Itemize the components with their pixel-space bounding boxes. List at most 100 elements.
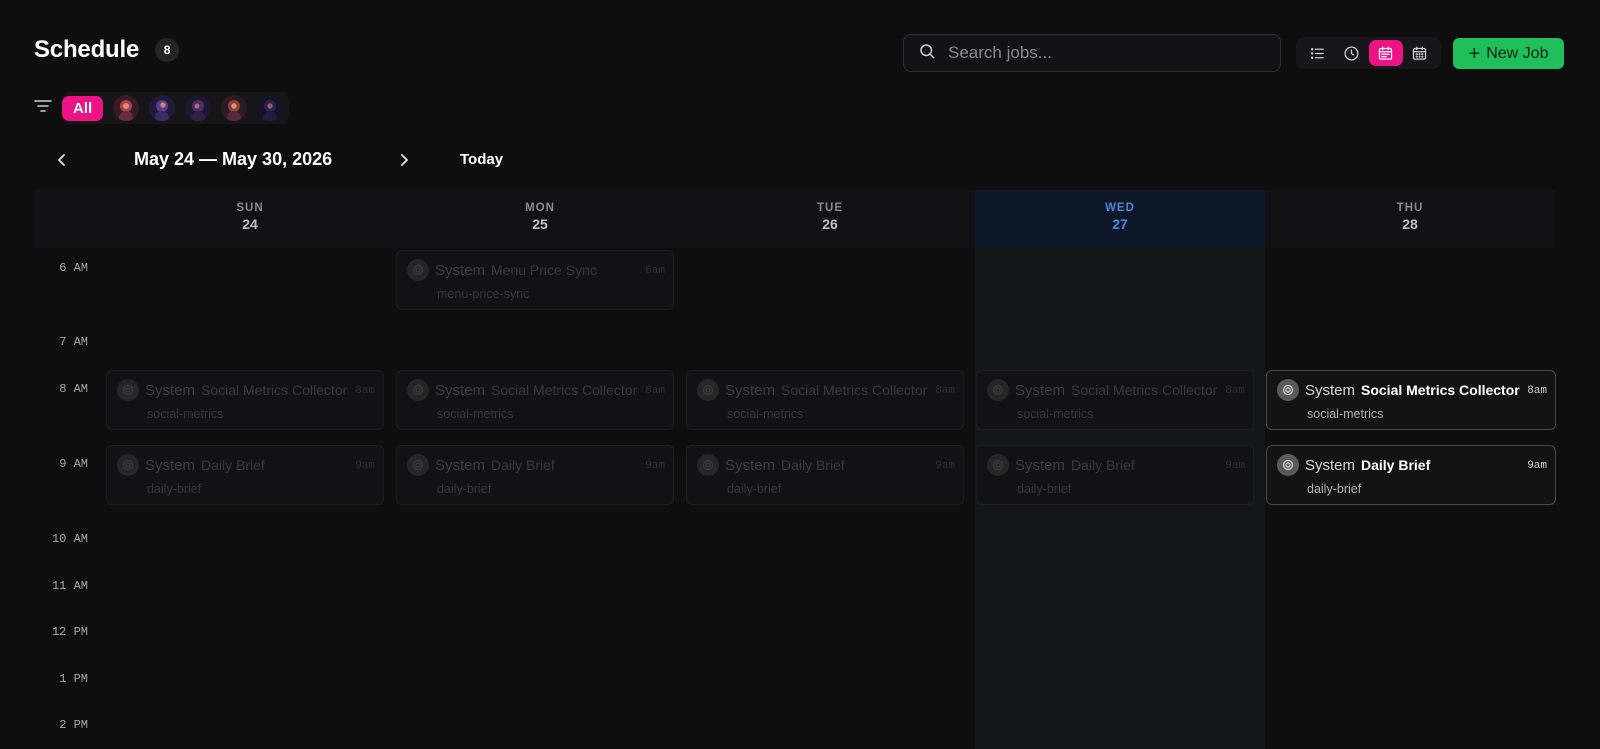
day-of-week: WED bbox=[1105, 202, 1135, 214]
job-count-badge: 8 bbox=[155, 38, 180, 62]
plus-icon: + bbox=[1468, 42, 1481, 65]
timeline-view-button[interactable] bbox=[1334, 40, 1368, 66]
agent-avatar-5[interactable] bbox=[257, 95, 284, 121]
event-owner: System bbox=[145, 382, 196, 399]
day-number: 25 bbox=[532, 216, 548, 232]
job-event-card[interactable]: System Social Metrics Collector 8am social-… bbox=[686, 370, 964, 430]
month-view-button[interactable] bbox=[1403, 40, 1437, 66]
time-label: 11 AM bbox=[51, 579, 88, 593]
event-name: Social Metrics Collector bbox=[201, 382, 348, 398]
system-icon bbox=[407, 379, 429, 401]
system-icon bbox=[407, 259, 429, 281]
job-event-card[interactable]: System Daily Brief 9am daily-brief bbox=[106, 445, 384, 505]
day-number: 28 bbox=[1402, 216, 1418, 232]
system-icon bbox=[987, 454, 1009, 476]
agent-avatar-2[interactable] bbox=[149, 95, 176, 121]
agent-avatar-4[interactable] bbox=[221, 95, 248, 121]
time-label: 8 AM bbox=[59, 382, 88, 396]
job-event-card[interactable]: System Social Metrics Collector 8am social-… bbox=[396, 370, 674, 430]
job-event-card[interactable]: System Daily Brief 9am daily-brief bbox=[976, 445, 1254, 505]
time-label: 2 PM bbox=[59, 718, 88, 732]
agent-filter-group: All bbox=[62, 92, 290, 124]
time-label: 7 AM bbox=[59, 335, 88, 349]
list-icon bbox=[1310, 47, 1324, 59]
event-owner: System bbox=[1305, 382, 1356, 399]
system-icon bbox=[1277, 454, 1299, 476]
event-name: Daily Brief bbox=[491, 457, 555, 473]
system-icon bbox=[117, 379, 139, 401]
calendar-week-icon bbox=[1378, 45, 1393, 60]
event-time: 8am bbox=[935, 385, 955, 397]
day-of-week: SUN bbox=[236, 202, 264, 214]
clock-icon bbox=[1344, 45, 1359, 61]
job-event-card[interactable]: System Daily Brief 9am daily-brief bbox=[686, 445, 964, 505]
event-owner: System bbox=[435, 382, 486, 399]
prev-week-button[interactable] bbox=[50, 148, 74, 172]
list-view-button[interactable] bbox=[1300, 40, 1334, 66]
job-event-card[interactable]: System Social Metrics Collector 8am social-… bbox=[976, 370, 1254, 430]
event-name: Daily Brief bbox=[1361, 457, 1431, 473]
day-header: THU 28 bbox=[1265, 190, 1555, 248]
next-week-button[interactable] bbox=[392, 148, 416, 172]
event-owner: System bbox=[725, 382, 776, 399]
search-box[interactable] bbox=[903, 34, 1281, 72]
event-slug: menu-price-sync bbox=[437, 287, 530, 301]
event-time: 9am bbox=[645, 460, 665, 472]
day-of-week: THU bbox=[1396, 202, 1424, 214]
chevron-right-icon bbox=[401, 154, 409, 166]
filter-icon[interactable] bbox=[34, 99, 52, 118]
event-name: Daily Brief bbox=[201, 457, 265, 473]
agent-avatar-3[interactable] bbox=[185, 95, 212, 121]
event-time: 8am bbox=[1527, 385, 1547, 397]
day-of-week: MON bbox=[525, 202, 555, 214]
system-icon bbox=[987, 379, 1009, 401]
new-job-label: New Job bbox=[1486, 44, 1549, 62]
job-event-card[interactable]: System Social Metrics Collector 8am social-… bbox=[1266, 370, 1556, 430]
system-icon bbox=[697, 454, 719, 476]
event-time: 6am bbox=[645, 265, 665, 277]
time-label: 6 AM bbox=[59, 261, 88, 275]
time-label: 9 AM bbox=[59, 457, 88, 471]
event-name: Social Metrics Collector bbox=[781, 382, 928, 398]
event-slug: daily-brief bbox=[1307, 482, 1362, 496]
job-event-card[interactable]: System Social Metrics Collector 8am social-… bbox=[106, 370, 384, 430]
time-label: 1 PM bbox=[59, 672, 88, 686]
chevron-left-icon bbox=[57, 154, 65, 166]
today-button[interactable]: Today bbox=[460, 151, 503, 168]
job-event-card[interactable]: System Menu Price Sync 6am menu-price-sync bbox=[396, 250, 674, 310]
event-owner: System bbox=[435, 457, 486, 474]
event-name: Daily Brief bbox=[1071, 457, 1135, 473]
system-icon bbox=[697, 379, 719, 401]
search-input[interactable] bbox=[948, 43, 1248, 63]
page-title: Schedule bbox=[34, 36, 140, 63]
time-gutter-header bbox=[34, 190, 105, 248]
filter-all-chip[interactable]: All bbox=[62, 95, 104, 121]
system-icon bbox=[407, 454, 429, 476]
event-time: 8am bbox=[355, 385, 375, 397]
new-job-button[interactable]: + New Job bbox=[1453, 38, 1564, 69]
event-time: 9am bbox=[355, 460, 375, 472]
event-owner: System bbox=[145, 457, 196, 474]
event-slug: daily-brief bbox=[1017, 482, 1072, 496]
event-slug: daily-brief bbox=[147, 482, 202, 496]
week-calendar: SUN 24 MON 25 TUE 26 WED 27 THU 28 6 AM 7 AM 8 AM 9 A… bbox=[34, 190, 1564, 749]
day-header: TUE 26 bbox=[685, 190, 975, 248]
day-number: 26 bbox=[822, 216, 838, 232]
day-header: WED 27 bbox=[975, 190, 1265, 248]
page-header: Schedule 8 bbox=[34, 36, 180, 64]
event-name: Social Metrics Collector bbox=[1071, 382, 1218, 398]
event-slug: social-metrics bbox=[437, 407, 514, 421]
event-time: 8am bbox=[1225, 385, 1245, 397]
time-label: 12 PM bbox=[51, 625, 88, 639]
day-of-week: TUE bbox=[817, 202, 843, 214]
day-header: MON 25 bbox=[395, 190, 685, 248]
week-view-button[interactable] bbox=[1368, 40, 1403, 66]
job-event-card[interactable]: System Daily Brief 9am daily-brief bbox=[1266, 445, 1556, 505]
time-label: 10 AM bbox=[51, 532, 88, 546]
job-event-card[interactable]: System Daily Brief 9am daily-brief bbox=[396, 445, 674, 505]
day-number: 27 bbox=[1112, 216, 1128, 232]
agent-avatar-1[interactable] bbox=[113, 95, 140, 121]
event-name: Social Metrics Collector bbox=[1361, 382, 1520, 398]
date-navigation: May 24 — May 30, 2026 Today bbox=[50, 146, 520, 174]
event-slug: daily-brief bbox=[727, 482, 782, 496]
